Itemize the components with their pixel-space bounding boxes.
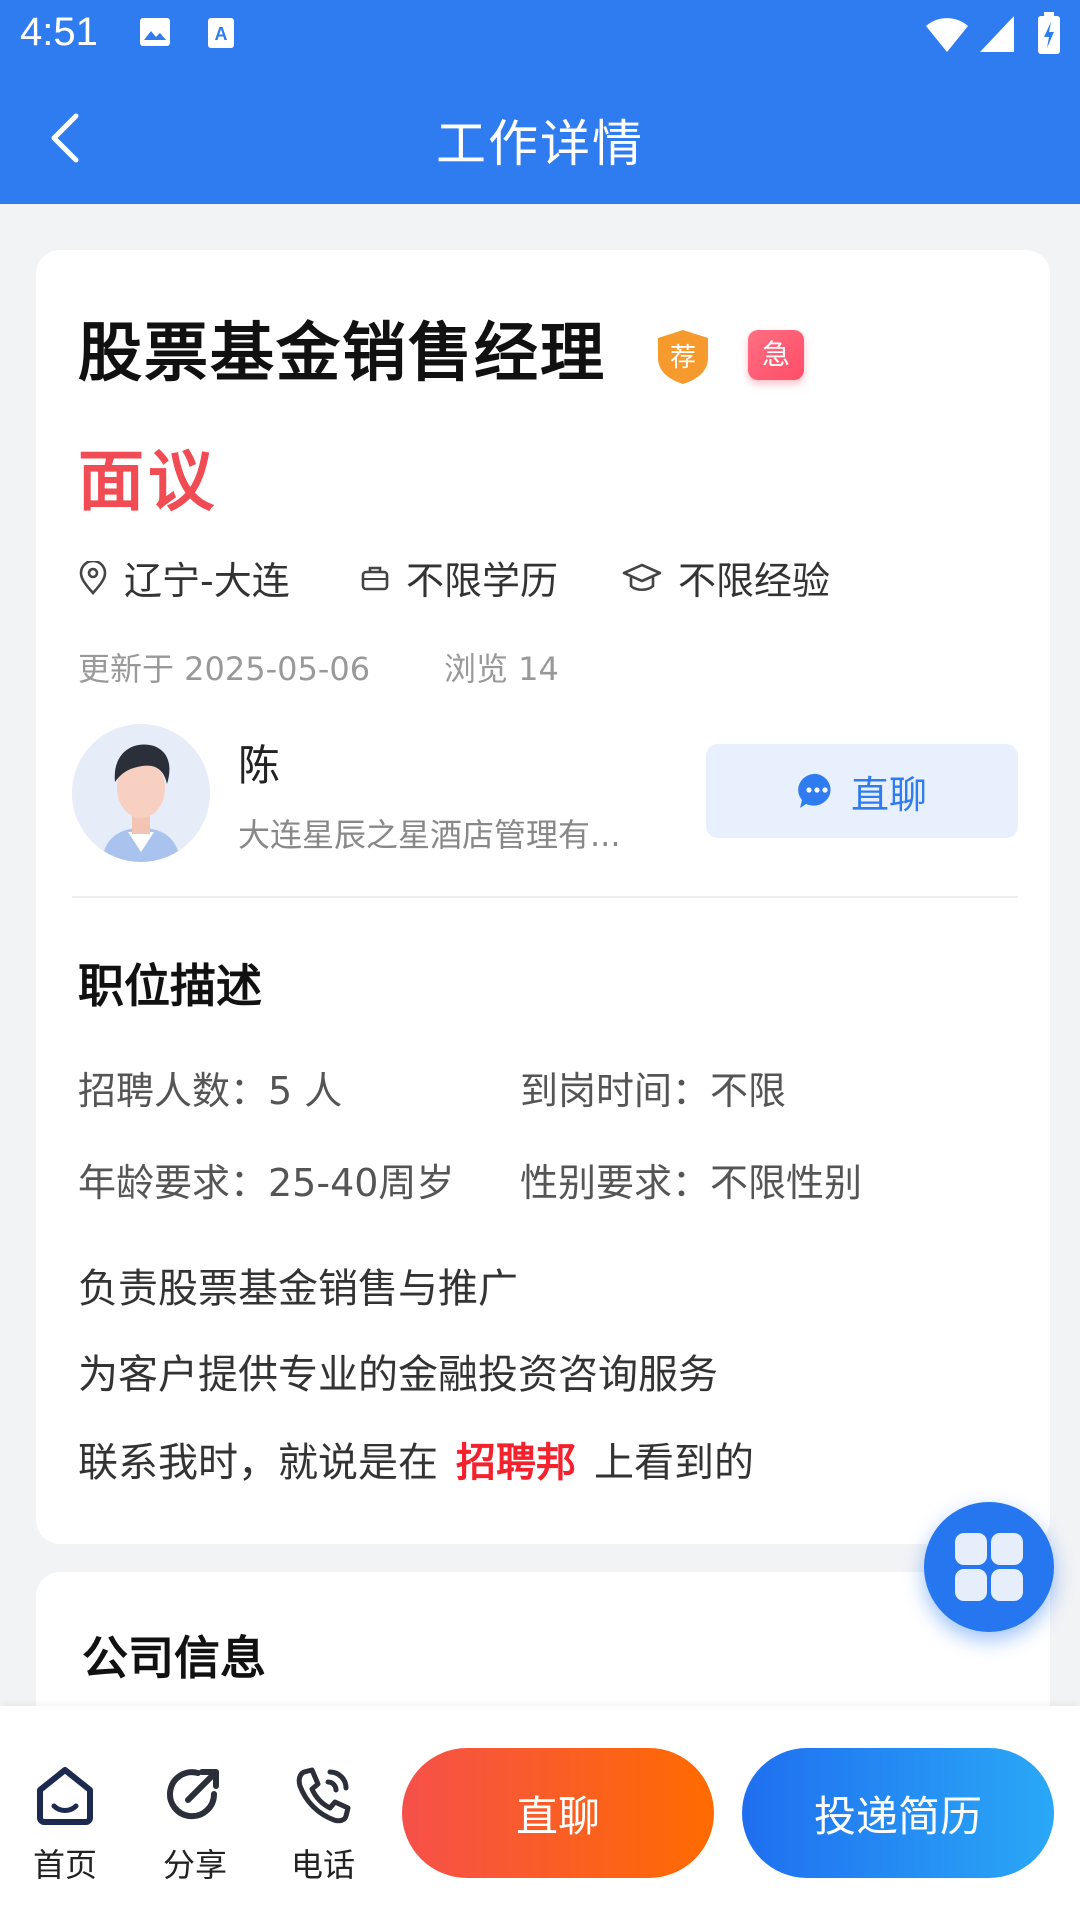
briefcase-icon	[361, 566, 389, 590]
status-time: 4:51	[20, 10, 98, 54]
age-requirement: 年龄要求：25-40周岁	[78, 1161, 455, 1205]
submit-resume-label: 投递简历	[813, 1791, 982, 1841]
submit-resume-button[interactable]: 投递简历	[742, 1748, 1054, 1878]
tab-phone-label: 电话	[290, 1846, 355, 1884]
recommended-badge: 荐	[658, 330, 708, 384]
menu-fab-button[interactable]	[924, 1502, 1054, 1632]
contact-notice-suffix: 上看到的	[594, 1440, 754, 1486]
grid-icon	[991, 1569, 1023, 1601]
experience-text: 不限经验	[678, 559, 831, 603]
recommended-badge-label: 荐	[670, 343, 696, 373]
grid-icon	[955, 1569, 987, 1601]
svg-text:A: A	[215, 24, 228, 44]
avatar[interactable]	[72, 724, 210, 862]
recruit-count: 招聘人数：5 人	[78, 1069, 343, 1113]
experience-meta: 不限经验	[622, 550, 830, 605]
direct-chat-label: 直聊	[850, 772, 927, 817]
start-time: 到岗时间：不限	[520, 1069, 787, 1113]
salary: 面议	[78, 443, 218, 520]
chat-bubble-icon	[798, 773, 831, 808]
contact-notice: 联系我时，就说是在 招聘邦 上看到的	[78, 1430, 754, 1488]
person-avatar-icon	[72, 724, 210, 862]
tab-share[interactable]: 分享	[140, 1764, 250, 1886]
grid-icon	[991, 1533, 1023, 1565]
page-title: 工作详情	[436, 115, 644, 173]
company-name: 大连星辰之星酒店管理有...	[238, 816, 621, 854]
tab-phone[interactable]: 电话	[268, 1764, 378, 1886]
grid-icon	[955, 1533, 987, 1565]
job-title: 股票基金销售经理	[78, 317, 606, 391]
job-card: 股票基金销售经理 荐 急 面议 辽宁-大连 不限学历 不限经验 更新于 2025…	[36, 250, 1050, 1544]
education-text: 不限学历	[406, 559, 559, 603]
description-line: 负责股票基金销售与推广	[78, 1266, 518, 1312]
tab-home[interactable]: 首页	[10, 1764, 120, 1886]
signal-icon	[980, 16, 1014, 52]
updated-date: 更新于 2025-05-06	[78, 650, 371, 688]
location-pin-icon	[79, 560, 107, 595]
status-bar: 4:51 A	[0, 0, 1080, 72]
direct-chat-button[interactable]: 直聊	[706, 744, 1018, 838]
image-notification-icon	[140, 18, 170, 46]
divider	[72, 896, 1018, 898]
share-icon	[167, 1769, 219, 1820]
wifi-icon	[926, 18, 968, 52]
text-notification-icon: A	[208, 18, 234, 48]
platform-name: 招聘邦	[456, 1440, 576, 1486]
gender-requirement: 性别要求：不限性别	[520, 1161, 863, 1205]
phone-icon	[296, 1767, 351, 1824]
company-info-title: 公司信息	[82, 1631, 266, 1685]
direct-chat-bottom-button[interactable]: 直聊	[402, 1748, 714, 1878]
contact-name: 陈	[238, 741, 281, 790]
location-meta: 辽宁-大连	[78, 550, 290, 605]
description-line: 为客户提供专业的金融投资咨询服务	[78, 1352, 718, 1398]
tab-home-label: 首页	[32, 1846, 97, 1884]
education-meta: 不限学历	[360, 550, 558, 605]
home-icon	[37, 1767, 93, 1825]
tab-share-label: 分享	[162, 1846, 227, 1884]
graduation-cap-icon	[622, 563, 662, 591]
job-description-title: 职位描述	[78, 959, 262, 1013]
app-bar: 工作详情	[0, 72, 1080, 204]
location-text: 辽宁-大连	[124, 559, 290, 603]
battery-icon	[1038, 12, 1060, 54]
urgent-badge: 急	[748, 330, 804, 380]
view-count: 浏览 14	[444, 650, 559, 688]
direct-chat-bottom-label: 直聊	[515, 1791, 600, 1841]
contact-notice-prefix: 联系我时，就说是在	[78, 1440, 438, 1486]
bottom-action-bar: 首页 分享 电话 直聊 投递简历	[0, 1706, 1080, 1920]
